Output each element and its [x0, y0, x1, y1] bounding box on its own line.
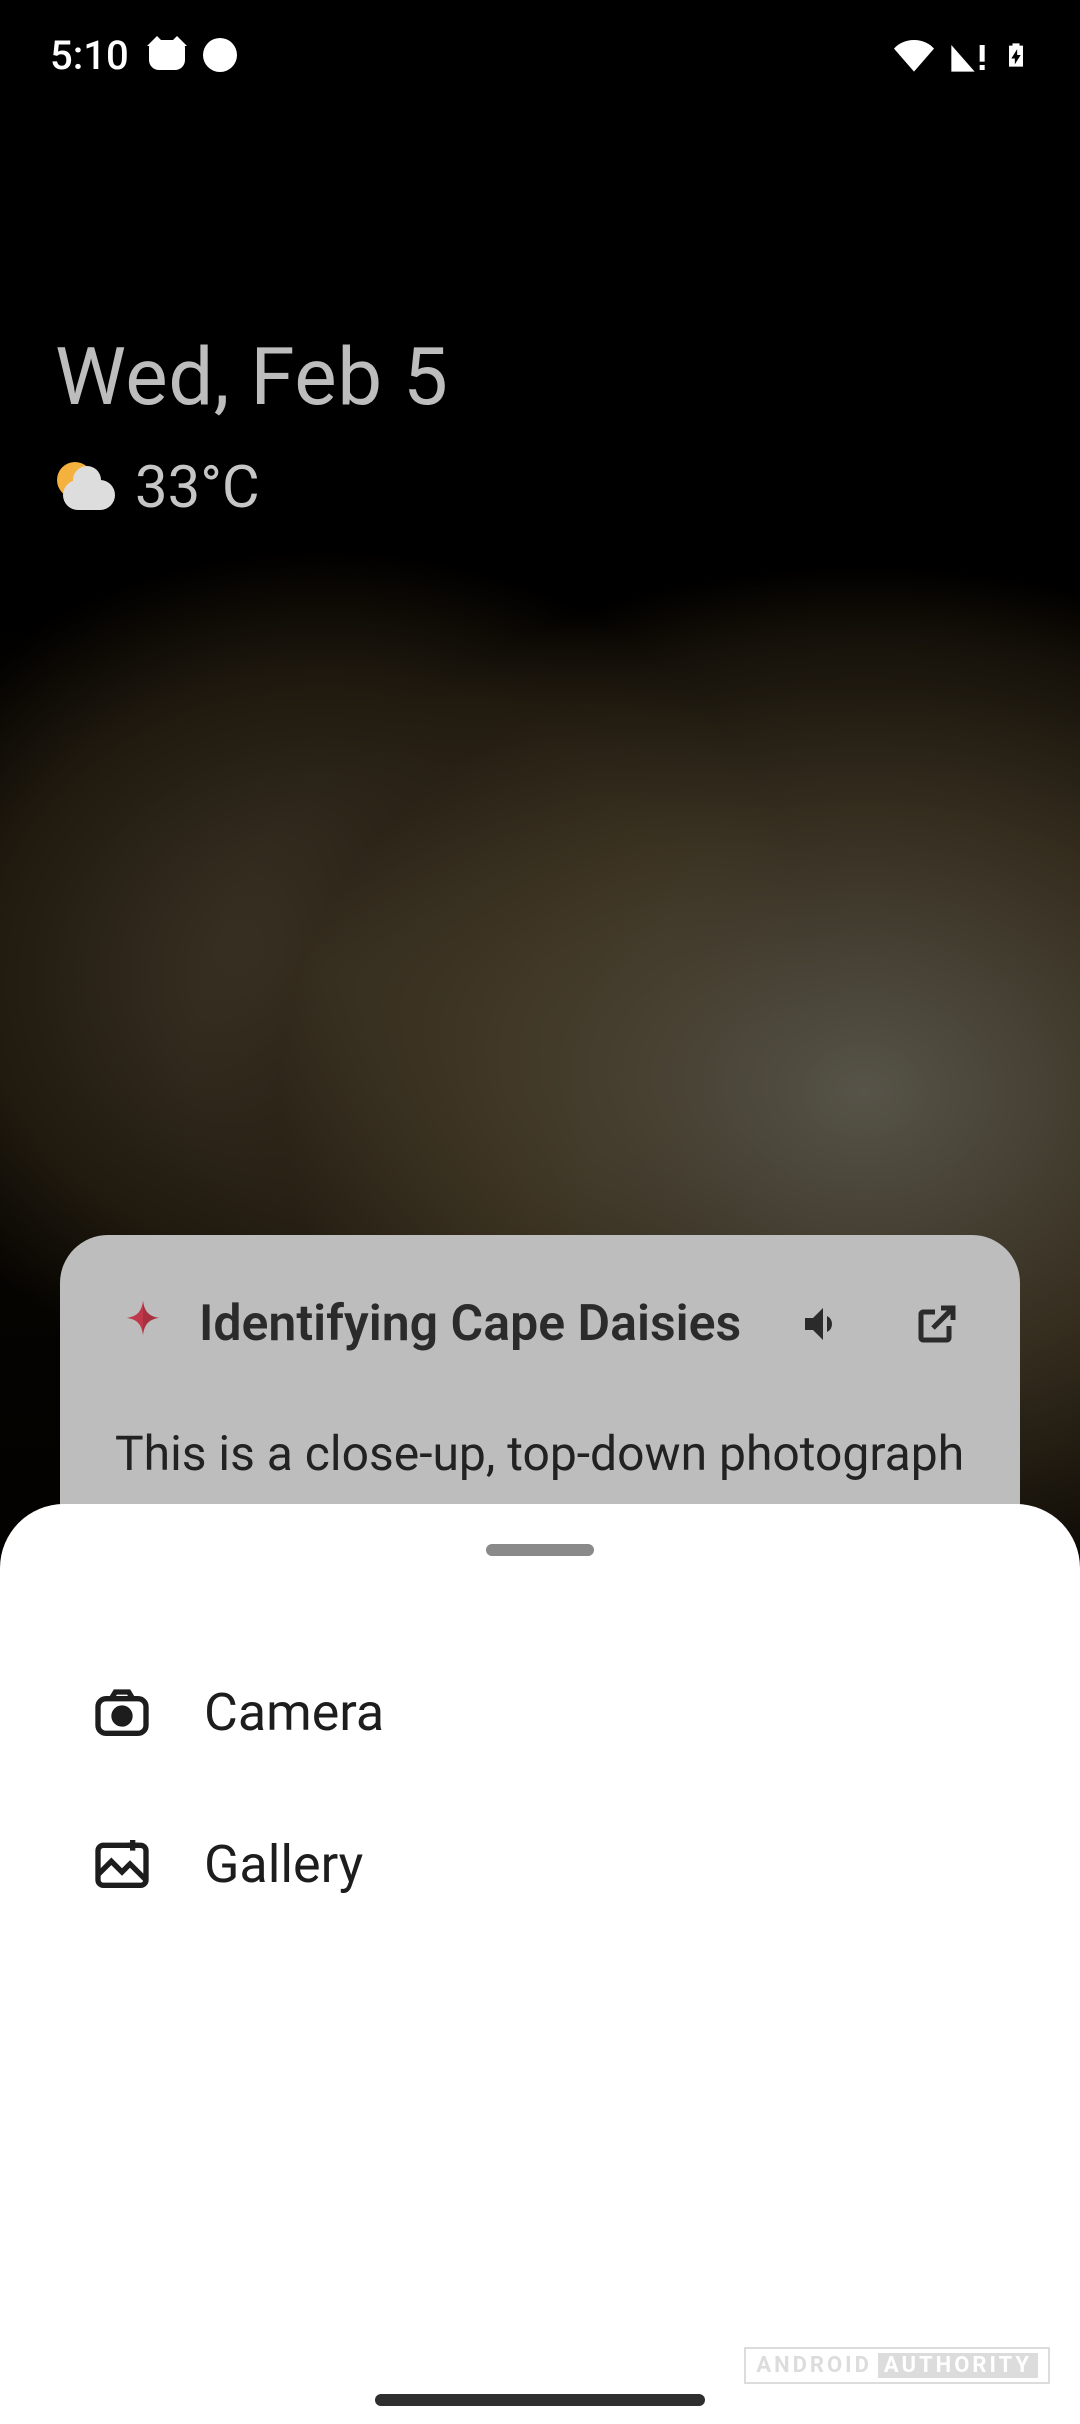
sheet-item-gallery[interactable]: Gallery [0, 1788, 1080, 1940]
sheet-item-camera[interactable]: Camera [0, 1636, 1080, 1788]
notification-dot-icon [203, 38, 237, 72]
home-temperature: 33°C [135, 454, 260, 522]
sheet-item-label: Gallery [204, 1834, 363, 1895]
navigation-gesture-bar[interactable] [0, 2394, 1080, 2406]
partly-cloudy-icon [55, 458, 115, 518]
sheet-drag-handle[interactable] [486, 1544, 594, 1556]
nav-pill[interactable] [375, 2394, 705, 2406]
sparkle-icon [115, 1296, 171, 1352]
sheet-item-label: Camera [204, 1682, 384, 1743]
camera-icon [90, 1680, 154, 1744]
ai-card-title: Identifying Cape Daisies [199, 1295, 767, 1353]
watermark-part2: AUTHORITY [878, 2353, 1038, 2378]
status-time: 5:10 [50, 32, 129, 79]
notification-app-icon [149, 40, 185, 70]
home-date-weather-widget[interactable]: Wed, Feb 5 33°C [55, 330, 448, 522]
open-external-button[interactable] [909, 1296, 965, 1352]
watermark-part1: ANDROID [756, 2353, 872, 2378]
status-bar: 5:10 [0, 0, 1080, 110]
bottom-sheet[interactable]: Camera Gallery [0, 1504, 1080, 2424]
cell-signal-alert-icon [948, 35, 988, 75]
battery-charging-icon [1002, 33, 1030, 77]
home-date: Wed, Feb 5 [55, 330, 448, 424]
watermark: ANDROID AUTHORITY [744, 2347, 1050, 2384]
read-aloud-button[interactable] [795, 1296, 851, 1352]
gallery-icon [90, 1832, 154, 1896]
wifi-icon [894, 35, 934, 75]
